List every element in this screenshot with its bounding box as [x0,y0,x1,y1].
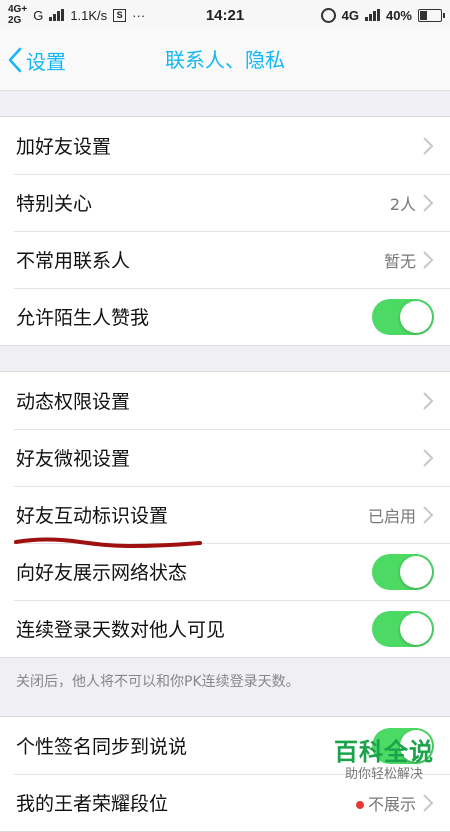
watermark-main: 百科全说 [334,738,434,766]
toggle-knob [400,300,432,333]
row-label: 连续登录天数对他人可见 [16,619,226,641]
chevron-right-icon [423,793,434,812]
toggle-knob [400,555,432,588]
signal-bars-icon [49,9,65,21]
show-network-status-toggle[interactable] [372,553,434,590]
network-type-right: 4G [341,7,359,23]
infrequent-contacts-row[interactable]: 不常用联系人 暂无 [0,231,450,288]
carrier-label: G [33,7,44,23]
red-dot-icon [355,801,364,809]
friend-weishi-settings-row[interactable]: 好友微视设置 [0,429,450,486]
chevron-right-icon [423,193,434,212]
chevron-right-icon [423,136,434,155]
row-label: 我的王者荣耀段位 [16,793,169,815]
signal-bars-right-icon [364,9,380,21]
row-value: 已启用 [367,506,416,526]
row-value-text: 不展示 [367,794,416,814]
allow-stranger-likes-toggle[interactable] [372,298,434,335]
network-type-stack: 4G+ 2G [8,4,27,26]
battery-percent: 40% [385,7,412,23]
chevron-right-icon [423,505,434,524]
page-title: 联系人、隐私 [165,48,285,72]
alarm-icon [320,7,336,23]
network-speed: 1.1K/s [70,7,108,23]
toggle-knob [400,612,432,645]
more-dots: ··· [132,7,146,23]
moments-permission-row[interactable]: 动态权限设置 [0,372,450,429]
row-label: 个性签名同步到说说 [16,736,188,758]
row-label: 动态权限设置 [16,391,131,413]
row-label: 加好友设置 [16,136,112,158]
watermark-logo: 百科全说 助你轻松解决 [328,738,440,784]
watermark-sub: 助你轻松解决 [344,767,423,782]
chevron-right-icon [423,250,434,269]
chevron-right-icon [423,391,434,410]
login-streak-note: 关闭后，他人将不可以和你PK连续登录天数。 [16,674,300,690]
special-care-row[interactable]: 特别关心 2人 [0,174,450,231]
allow-stranger-likes-row: 允许陌生人赞我 [0,288,450,345]
network-type-top: 4G+ [8,4,28,15]
row-label: 向好友展示网络状态 [16,562,188,584]
row-label: 好友互动标识设置 [16,505,169,527]
sim-icon: S [113,8,127,22]
battery-icon [418,8,445,22]
red-underline-annotation-icon [14,537,202,549]
row-label: 不常用联系人 [16,250,131,272]
row-value: 2人 [389,194,416,214]
row-label: 允许陌生人赞我 [16,307,150,329]
login-streak-visible-toggle[interactable] [372,610,434,647]
row-label: 特别关心 [16,193,93,215]
row-value: 不展示 [355,791,416,815]
row-value: 暂无 [383,251,416,271]
login-streak-visible-row: 连续登录天数对他人可见 [0,600,450,657]
navigation-bar: 设置 联系人、隐私 [0,30,450,91]
battery-fill [420,10,428,20]
settings-group-1: 加好友设置 特别关心 2人 不常用联系人 暂无 允许陌生人赞我 [0,116,450,346]
chevron-right-icon [423,448,434,467]
status-bar: 4G+ 2G G 1.1K/s S ··· 14:21 4G 40% [0,0,450,30]
add-friend-settings-row[interactable]: 加好友设置 [0,117,450,174]
row-label: 好友微视设置 [16,448,131,470]
settings-group-2: 动态权限设置 好友微视设置 好友互动标识设置 已启用 向好友展示网络状态 连续登… [0,371,450,658]
network-type-bottom: 2G [8,15,22,26]
